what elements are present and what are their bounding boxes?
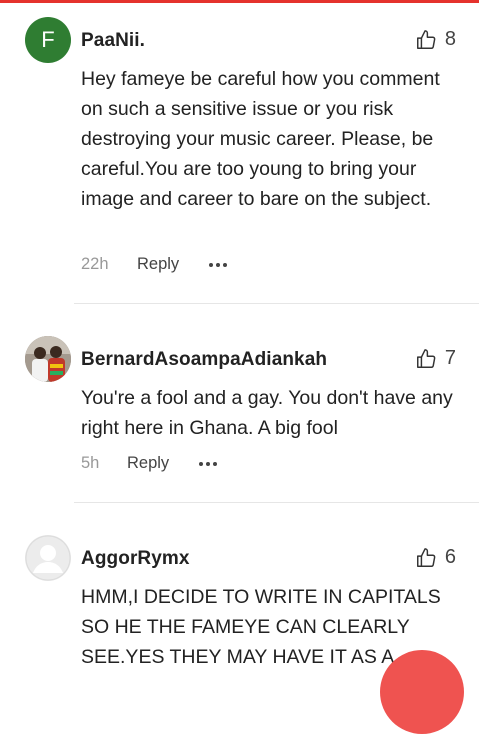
like-count: 6: [444, 546, 456, 568]
comment-username[interactable]: AggorRymx: [81, 548, 190, 570]
comment-meta: 22h Reply: [81, 255, 227, 274]
like-button[interactable]: 7: [415, 347, 456, 370]
like-count: 8: [444, 28, 456, 50]
thumbs-up-icon: [416, 547, 436, 567]
comment-username[interactable]: PaaNii.: [81, 30, 145, 52]
avatar[interactable]: F: [25, 17, 71, 63]
comment-text: Hey fameye be careful how you comment on…: [81, 68, 440, 210]
like-count: 7: [444, 347, 456, 369]
comment-timestamp: 5h: [81, 454, 100, 472]
divider: [74, 303, 479, 304]
like-button[interactable]: 6: [415, 546, 456, 569]
avatar-letter: F: [41, 27, 55, 52]
like-button[interactable]: 8: [415, 28, 456, 51]
comment-text: You're a fool and a gay. You don't have …: [81, 387, 453, 439]
avatar[interactable]: [25, 336, 71, 382]
comment-username[interactable]: BernardAsoampaAdiankah: [81, 349, 327, 371]
reply-button[interactable]: Reply: [137, 255, 209, 274]
thumbs-up-icon: [416, 29, 436, 49]
user-photo: [25, 336, 71, 382]
default-user-icon: [25, 535, 71, 581]
comment-timestamp: 22h: [81, 255, 109, 273]
reply-button[interactable]: Reply: [127, 454, 199, 473]
top-accent-line: [0, 0, 479, 3]
floating-action-button[interactable]: [380, 650, 464, 734]
comment-meta: 5h Reply: [81, 454, 217, 473]
thumbs-up-icon: [416, 348, 436, 368]
more-options-icon[interactable]: [209, 262, 227, 267]
more-options-icon[interactable]: [199, 461, 217, 466]
divider: [74, 502, 479, 503]
avatar[interactable]: [25, 535, 71, 581]
